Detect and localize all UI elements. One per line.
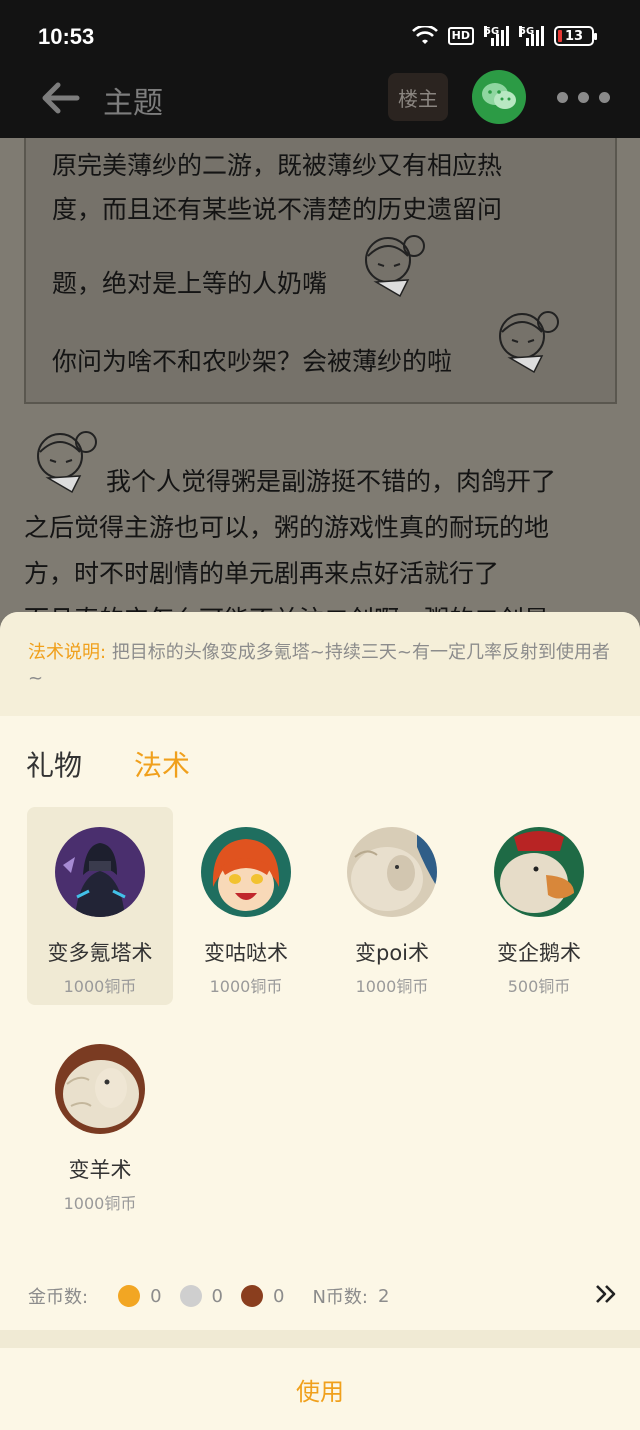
hd-badge: HD	[447, 27, 474, 45]
gold-count: 0	[150, 1285, 162, 1307]
status-time: 10:53	[38, 24, 95, 49]
back-arrow-icon[interactable]	[40, 80, 80, 116]
coin-balance: 金币数: 0 0 0 N币数: 2	[28, 1282, 618, 1310]
status-icons: HD 5G 5G 13	[411, 26, 597, 46]
spell-price: 1000铜币	[63, 977, 137, 996]
sticker-emoji	[499, 311, 559, 374]
spell-name: 变羊术	[68, 1158, 132, 1182]
spell-avatar	[55, 827, 145, 917]
spell-name: 变多氪塔术	[47, 941, 153, 965]
battery-icon: 13	[554, 26, 597, 46]
wechat-share-button[interactable]	[472, 70, 526, 124]
coin-label: 金币数:	[28, 1287, 89, 1308]
battery-level: 13	[564, 28, 584, 44]
tab-spell[interactable]: 法术	[134, 744, 190, 784]
signal-icon: 5G	[484, 26, 509, 46]
more-icon[interactable]	[557, 92, 610, 103]
quote-line: 题，绝对是上等的人奶嘴	[52, 269, 328, 298]
quote-line: 原完美薄纱的二游，既被薄纱又有相应热	[52, 151, 503, 180]
silver-coin-icon	[179, 1285, 202, 1307]
spell-item[interactable]: 变poi术 1000铜币	[319, 807, 465, 1005]
tab-gift[interactable]: 礼物	[26, 744, 82, 784]
spell-price: 500铜币	[507, 977, 571, 996]
wifi-icon	[411, 26, 438, 44]
spell-description: 法术说明: 把目标的头像变成多氪塔~持续三天~有一定几率反射到使用者~	[0, 612, 640, 716]
spell-name: 变咕哒术	[204, 941, 288, 965]
quote-block: 原完美薄纱的二游，既被薄纱又有相应热 度，而且还有某些说不清楚的历史遗留问 题，…	[24, 138, 617, 404]
spell-item[interactable]: 变咕哒术 1000铜币	[173, 807, 319, 1005]
louzhu-button[interactable]: 楼主	[388, 73, 448, 121]
tab-bar: 礼物 法术	[26, 744, 190, 784]
use-button[interactable]: 使用	[0, 1348, 640, 1430]
spell-avatar	[494, 827, 584, 917]
silver-count: 0	[211, 1285, 223, 1307]
copper-count: 0	[272, 1285, 285, 1307]
spell-price: 1000铜币	[63, 1194, 137, 1213]
spell-avatar	[201, 827, 291, 917]
divider	[0, 1330, 640, 1348]
quote-line: 度，而且还有某些说不清楚的历史遗留问	[52, 195, 503, 224]
spell-avatar	[55, 1044, 145, 1134]
spell-avatar	[347, 827, 437, 917]
spell-price: 1000铜币	[355, 977, 429, 996]
post-line: 之后觉得主游也可以，粥的游戏性真的耐玩的地	[24, 513, 550, 542]
post-line: 方，时不时剧情的单元剧再来点好活就行了	[24, 559, 500, 588]
wechat-icon	[482, 83, 516, 109]
spell-item[interactable]: 变羊术 1000铜币	[27, 1024, 173, 1222]
spell-desc-label: 法术说明:	[28, 642, 107, 663]
page-title: 主题	[103, 86, 163, 121]
post-line: 我个人觉得粥是副游挺不错的，肉鸽开了	[106, 467, 557, 496]
spell-desc-text: 把目标的头像变成多氪塔~持续三天~有一定几率反射到使用者~	[28, 642, 610, 689]
spell-price: 1000铜币	[209, 977, 283, 996]
double-chevron-right-icon[interactable]	[594, 1282, 618, 1306]
post-content: 原完美薄纱的二游，既被薄纱又有相应热 度，而且还有某些说不清楚的历史遗留问 题，…	[0, 138, 640, 618]
sticker-emoji	[365, 235, 425, 298]
spell-sheet: 法术说明: 把目标的头像变成多氪塔~持续三天~有一定几率反射到使用者~ 礼物 法…	[0, 612, 640, 1430]
app-bar: 主题 楼主	[0, 58, 640, 138]
quote-line: 你问为啥不和农吵架？会被薄纱的啦	[52, 347, 453, 376]
spell-item[interactable]: 变企鹅术 500铜币	[466, 807, 612, 1005]
spell-name: 变企鹅术	[497, 941, 581, 965]
signal-icon-2: 5G	[519, 26, 544, 46]
gold-coin-icon	[118, 1285, 141, 1307]
n-coin-label: N币数:	[312, 1287, 368, 1308]
copper-coin-icon	[240, 1285, 263, 1307]
sticker-emoji	[37, 431, 97, 494]
spell-name: 变poi术	[354, 941, 429, 965]
spell-item[interactable]: 变多氪塔术 1000铜币	[27, 807, 173, 1005]
n-coin-count: 2	[377, 1285, 390, 1307]
